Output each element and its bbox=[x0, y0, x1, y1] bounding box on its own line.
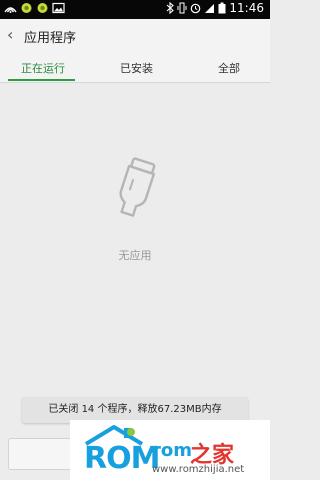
tab-all[interactable]: 全部 bbox=[218, 60, 240, 76]
status-bar: 11:46 bbox=[0, 0, 270, 19]
notification-icon bbox=[21, 3, 32, 13]
signal-icon bbox=[205, 4, 215, 13]
battery-icon bbox=[218, 2, 226, 14]
status-right-icons: 11:46 bbox=[166, 1, 264, 15]
alarm-icon bbox=[191, 3, 201, 14]
watermark-brand-small: rom bbox=[152, 440, 192, 461]
vibrate-icon bbox=[177, 2, 187, 14]
watermark-brand: ROM bbox=[84, 441, 160, 476]
page-title: 应用程序 bbox=[24, 31, 77, 46]
watermark-url: www.romzhijia.net bbox=[152, 464, 245, 475]
tab-installed[interactable]: 已安装 bbox=[120, 60, 153, 76]
tab-bar: 正在运行 已安装 全部 bbox=[0, 53, 270, 83]
status-left-icons bbox=[4, 2, 65, 14]
status-time: 11:46 bbox=[229, 1, 264, 15]
active-tab-indicator bbox=[8, 79, 75, 81]
tab-running[interactable]: 正在运行 bbox=[21, 60, 65, 76]
image-icon bbox=[52, 2, 65, 14]
empty-state-text: 无应用 bbox=[118, 249, 152, 262]
notification-icon bbox=[37, 3, 48, 13]
bluetooth-icon bbox=[167, 2, 175, 14]
usb-icon bbox=[4, 7, 17, 13]
back-chevron-icon[interactable]: ‹ bbox=[7, 25, 13, 44]
empty-bottle-icon bbox=[119, 157, 156, 217]
app-bar: ‹ 应用程序 bbox=[0, 19, 270, 53]
